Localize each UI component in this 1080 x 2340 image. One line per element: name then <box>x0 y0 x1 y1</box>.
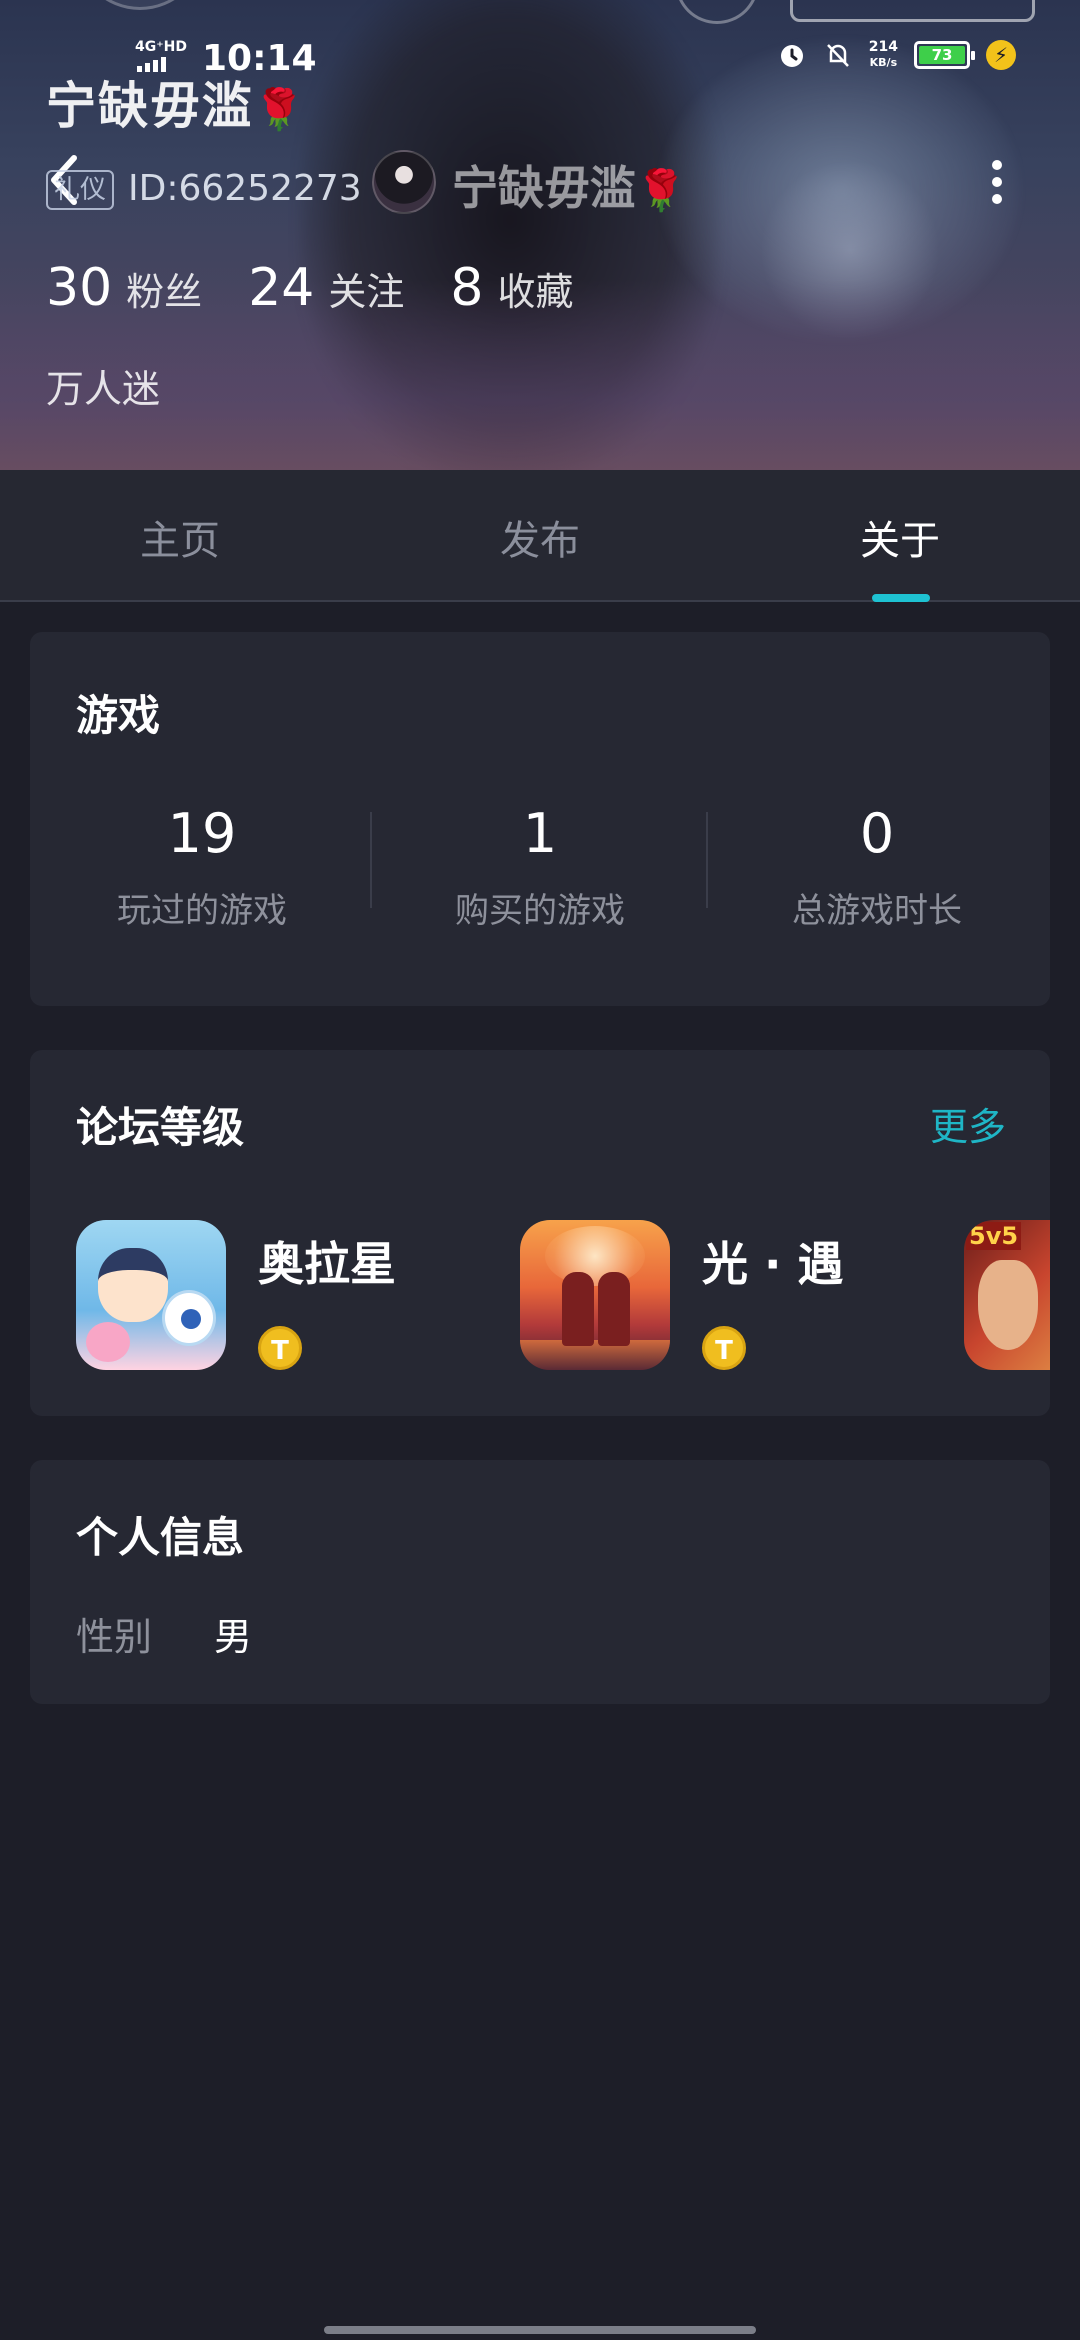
fans-count[interactable]: 30 <box>46 258 112 318</box>
level-coin-icon: T <box>258 1326 302 1370</box>
forum-level-title: 论坛等级 <box>76 1103 245 1152</box>
active-tab-indicator <box>872 594 930 602</box>
divider <box>370 812 372 908</box>
mini-profile-name: 宁缺毋滥🌹 <box>452 161 686 215</box>
game-name: 奥拉星 <box>258 1237 396 1291</box>
forum-level-card: 论坛等级 更多 奥拉星 T 光 · 遇 T 5v5 <box>30 1050 1050 1416</box>
more-options-icon[interactable] <box>990 160 1004 204</box>
mini-avatar <box>372 150 436 214</box>
avatar[interactable] <box>75 0 205 10</box>
level-coin-icon: T <box>702 1326 746 1370</box>
divider <box>706 812 708 908</box>
collect-count[interactable]: 8 <box>450 258 483 318</box>
game-badge: 5v5 <box>966 1222 1022 1250</box>
tab-about[interactable]: 关于 <box>860 508 940 566</box>
profile-tabs: 主页 发布 关于 <box>0 470 1080 602</box>
purchased-games-stat[interactable]: 1 购买的游戏 <box>390 802 690 932</box>
total-playtime-stat[interactable]: 0 总游戏时长 <box>727 802 1027 932</box>
sky-game-icon <box>520 1220 670 1370</box>
network-speed: 214 KB/s <box>868 39 898 70</box>
forum-game-item[interactable]: 光 · 遇 T <box>520 1220 844 1370</box>
message-icon[interactable] <box>675 0 759 24</box>
rose-emoji: 🌹 <box>254 87 306 133</box>
forum-game-item[interactable]: 5v5 <box>964 1220 1050 1370</box>
profile-stats: 30 粉丝 24 关注 8 收藏 <box>46 258 619 318</box>
played-games-stat[interactable]: 19 玩过的游戏 <box>52 802 352 932</box>
personal-info-card: 个人信息 性别 男 <box>30 1460 1050 1704</box>
personal-info-title: 个人信息 <box>76 1513 245 1562</box>
network-indicator: 4G⁺HD <box>135 39 187 55</box>
mute-icon <box>826 44 849 67</box>
gender-value: 男 <box>214 1615 253 1659</box>
follow-count[interactable]: 24 <box>248 258 314 318</box>
tab-posts[interactable]: 发布 <box>500 508 580 566</box>
forum-game-item[interactable]: 奥拉星 T <box>76 1220 396 1370</box>
aola-star-game-icon <box>76 1220 226 1370</box>
rose-emoji: 🌹 <box>636 168 686 214</box>
tab-home[interactable]: 主页 <box>140 508 220 566</box>
battery-level: 73 <box>919 46 965 64</box>
follow-button[interactable] <box>790 0 1035 22</box>
alarm-icon <box>780 45 803 67</box>
follow-label[interactable]: 关注 <box>328 261 404 316</box>
profile-name: 宁缺毋滥🌹 <box>46 77 306 135</box>
user-id: ID:66252273 <box>128 168 362 209</box>
collect-label[interactable]: 收藏 <box>497 261 573 316</box>
charging-icon: ⚡ <box>986 40 1016 70</box>
battery-icon: 73 <box>914 41 975 69</box>
honor-of-kings-game-icon: 5v5 <box>964 1220 1050 1370</box>
game-name: 光 · 遇 <box>702 1237 844 1291</box>
fans-label[interactable]: 粉丝 <box>126 261 202 316</box>
user-title-tag: 万人迷 <box>46 367 161 411</box>
more-link[interactable]: 更多 <box>930 1096 1006 1151</box>
games-card: 游戏 19 玩过的游戏 1 购买的游戏 0 总游戏时长 <box>30 632 1050 1006</box>
gender-row: 性别 男 <box>76 1606 252 1661</box>
gender-label: 性别 <box>76 1615 153 1659</box>
games-card-title: 游戏 <box>76 691 161 740</box>
home-indicator[interactable] <box>324 2326 756 2334</box>
etiquette-badge: 礼仪 <box>46 170 115 210</box>
